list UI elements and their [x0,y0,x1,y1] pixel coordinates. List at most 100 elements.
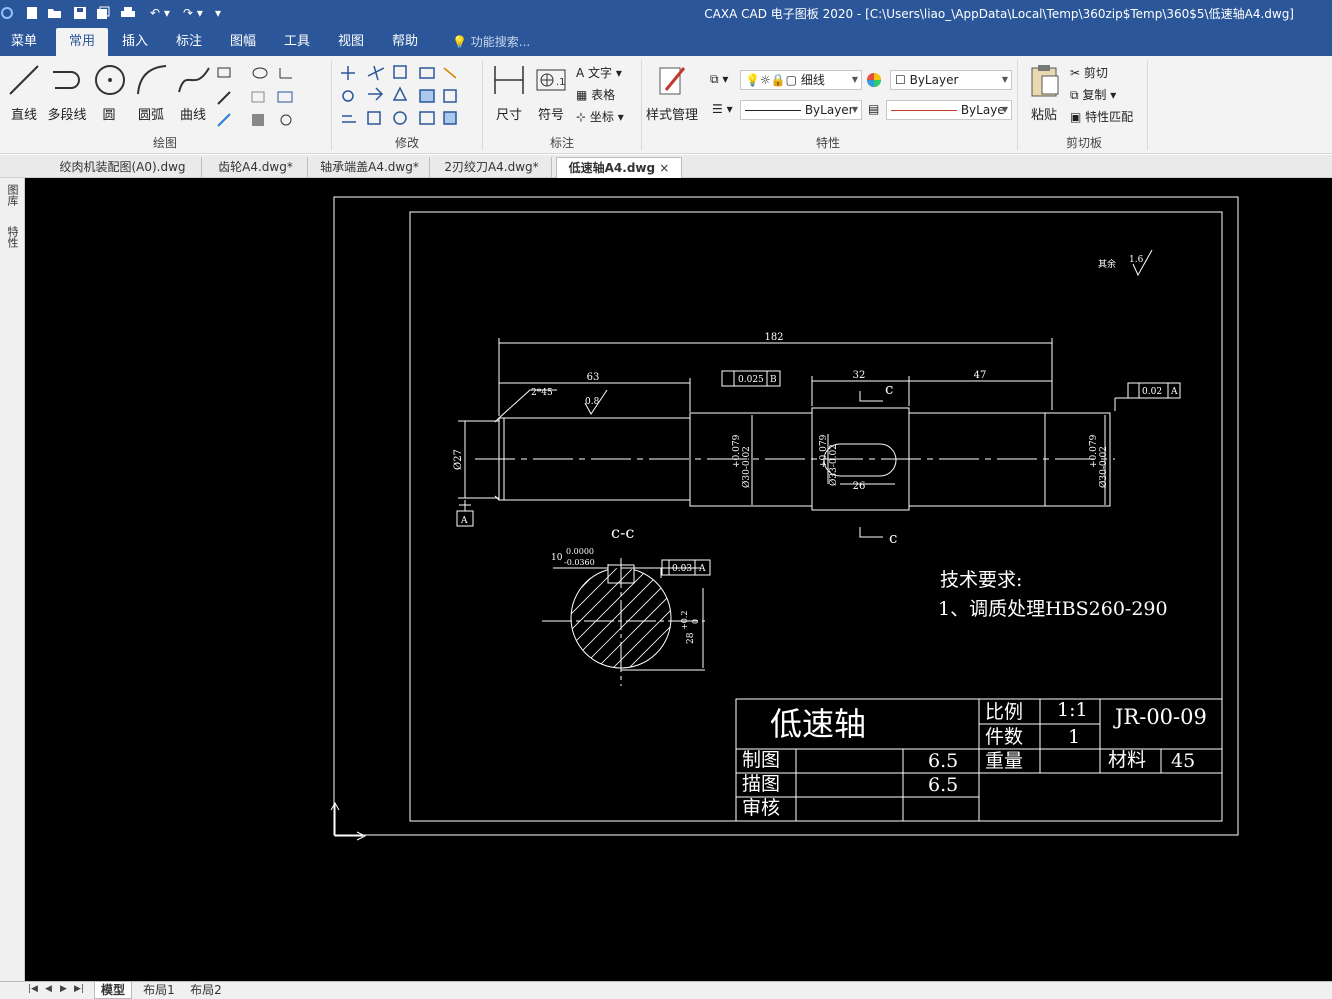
match-properties-button[interactable]: ▣ 特性匹配 [1070,108,1133,125]
open-file-icon[interactable] [46,4,64,22]
style-manager-icon [654,62,690,98]
draw-small-tools-icon[interactable] [216,64,306,134]
dimension-icon [491,62,527,98]
window-title: CAXA CAD 电子图板 2020 - [C:\Users\liao_\App… [704,7,1294,21]
right-tolerance: 0.02 [1142,387,1162,397]
layout-tab-1[interactable]: 布局1 [140,982,178,999]
lightbulb-icon: 💡 [452,35,471,49]
text-icon: A [576,66,589,80]
menu-sheet[interactable]: 图幅 [222,28,264,56]
copy-button[interactable]: ⧉ 复制 ▾ [1070,86,1116,103]
menu-view[interactable]: 视图 [330,28,372,56]
circle-button[interactable]: 圆 [92,62,126,123]
section-marker-top: c [885,380,893,398]
dimension-button[interactable]: 尺寸 [490,62,528,123]
app-logo-icon[interactable] [0,4,14,22]
group-separator [641,60,642,150]
section-datum: A [698,564,706,574]
first-layout-icon[interactable]: |◀ [28,984,38,994]
menu-tools[interactable]: 工具 [276,28,318,56]
save-icon[interactable] [72,4,88,22]
linetype-select[interactable]: ByLayer ▼ [740,100,862,120]
next-layout-icon[interactable]: ▶ [60,984,67,994]
layer-select[interactable]: 💡☼🔒▢ 细线 ▼ [740,70,862,90]
spline-icon [176,62,212,98]
tb-part-name: 低速轴 [770,705,866,743]
section-key-lower: -0.0360 [564,558,595,567]
drawing-canvas[interactable]: 182 63 32 47 26 2*45 0.8 其余 1.6 Ø27 Ø30-… [25,178,1332,981]
table-button[interactable]: ▦ 表格 [576,86,615,103]
customize-toolbar-icon[interactable]: ▾ [212,4,224,22]
save-all-icon[interactable] [95,4,111,22]
print-icon[interactable] [119,4,137,22]
group-label-clipboard: 剪切板 [1065,136,1102,150]
dim-left: 63 [587,372,600,383]
dim-key-length: 32 [853,370,866,381]
doc-tab-active[interactable]: 低速轴A4.dwg × [556,157,682,178]
chevron-down-icon: ▼ [1001,75,1008,84]
style-manager-button[interactable]: 样式管理 [644,62,700,123]
line-button[interactable]: 直线 [6,62,42,123]
tb-material: 45 [1171,750,1195,772]
linescale-icon[interactable]: ▤ [868,102,879,116]
circle-icon [92,62,128,98]
tb-drawing-number: JR-00-09 [1113,705,1207,729]
last-layout-icon[interactable]: ▶| [74,984,84,994]
tb-traced-value: 6.5 [928,774,958,796]
dim-key-width: 26 [853,481,866,492]
curve-button[interactable]: 曲线 [176,62,210,123]
layer-manager-icon[interactable]: ⧉ ▾ [710,72,728,87]
redo-icon[interactable]: ↷ ▾ [178,4,208,22]
new-file-icon[interactable] [24,4,40,22]
line-icon [6,62,42,98]
group-separator [1147,60,1148,150]
lineweight-list-icon[interactable]: ☰ ▾ [712,102,733,116]
tb-scale-label: 比例 [985,701,1023,723]
layout-tab-model[interactable]: 模型 [94,982,132,999]
coordinate-button[interactable]: ⊹ 坐标 ▾ [576,108,624,125]
group-label-draw: 绘图 [152,136,177,150]
drawing-svg: 182 63 32 47 26 2*45 0.8 其余 1.6 Ø27 Ø30-… [330,196,1239,841]
color-select[interactable]: ☐ ByLayer ▼ [890,70,1012,90]
menu-home[interactable]: 常用 [56,28,108,56]
prev-layout-icon[interactable]: ◀ [45,984,52,994]
doc-tab-2[interactable]: 齿轮A4.dwg* [204,157,308,178]
dim-right: 47 [974,370,987,381]
section-tolerance: 0.03 [672,564,692,574]
arc-icon [134,62,170,98]
section-depth-tol-low: 0 [691,619,700,624]
menu-help[interactable]: 帮助 [384,28,426,56]
color-wheel-icon[interactable] [866,72,882,91]
function-search[interactable]: 💡 功能搜索... [452,28,530,56]
doc-tab-4[interactable]: 2刃绞刀A4.dwg* [432,157,552,178]
cut-button[interactable]: ✂ 剪切 [1070,64,1108,81]
symbol-button[interactable]: .1 符号 [532,62,570,123]
paste-button[interactable]: 粘贴 [1026,62,1062,123]
side-tab-library[interactable]: 图库 [4,184,20,206]
runout-tolerance: 0.025 [738,375,764,385]
doc-tab-3[interactable]: 轴承端盖A4.dwg* [310,157,430,178]
text-button[interactable]: A 文字 ▾ [576,64,622,81]
doc-tab-1[interactable]: 绞肉机装配图(A0).dwg [44,157,202,178]
side-tab-properties[interactable]: 特性 [4,226,20,248]
layout-tab-2[interactable]: 布局2 [186,982,226,999]
polyline-icon [49,62,85,98]
dim-chamfer: 2*45 [531,388,553,398]
menu-insert[interactable]: 插入 [114,28,156,56]
undo-icon[interactable]: ↶ ▾ [145,4,175,22]
dim-dia-right-tol: +0.079 [1089,434,1099,468]
tb-qty-label: 件数 [985,726,1023,748]
chevron-down-icon: ▼ [1001,105,1008,114]
arc-button[interactable]: 圆弧 [134,62,168,123]
close-icon[interactable]: × [659,161,669,175]
brush-icon: ▣ [1070,110,1086,124]
polyline-button[interactable]: 多段线 [46,62,88,123]
roughness-other-value: 1.6 [1129,255,1144,265]
menu-main[interactable]: 菜单 [4,28,44,56]
menu-annotate[interactable]: 标注 [168,28,210,56]
modify-tools-icon[interactable] [338,64,478,134]
lineweight-select[interactable]: ByLaye ▼ [886,100,1012,120]
group-separator [482,60,483,150]
section-marker-bottom: c [889,529,897,547]
ribbon: 直线 多段线 圆 圆弧 曲线 绘图 修改 尺寸 .1 符号 A 文字 ▾ ▦ 表… [0,56,1332,154]
